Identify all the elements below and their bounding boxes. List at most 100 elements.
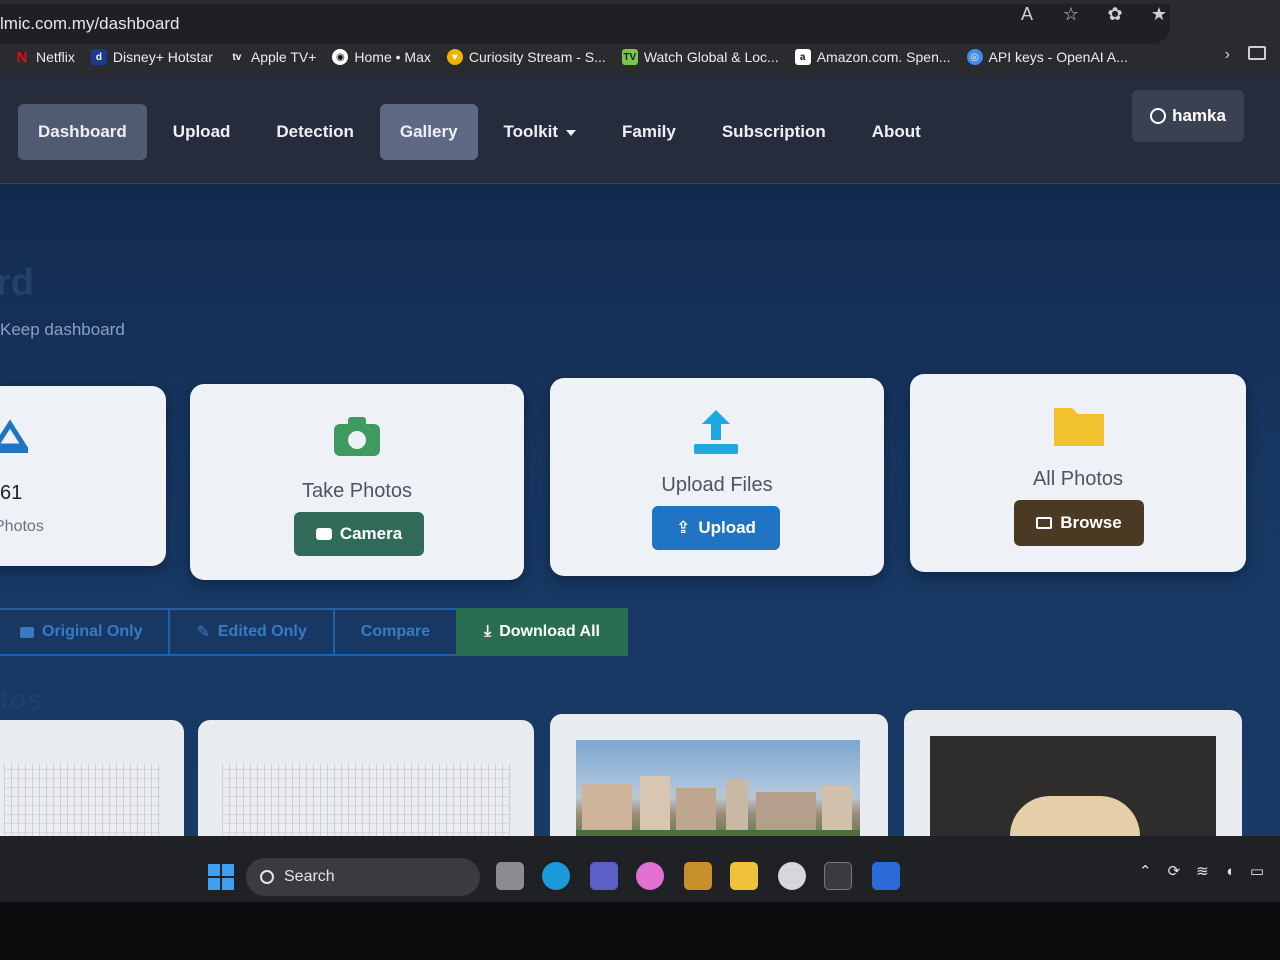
user-menu-button[interactable]: hamka [1132, 90, 1244, 142]
upload-icon [694, 410, 738, 454]
photo-card[interactable] [550, 714, 888, 836]
camera-button[interactable]: Camera [294, 512, 424, 556]
openai-icon: ◎ [966, 49, 983, 65]
task-view-icon[interactable] [496, 862, 524, 890]
nav-detection[interactable]: Detection [256, 104, 373, 160]
folder-icon[interactable] [1248, 46, 1266, 60]
photo-card[interactable] [0, 720, 184, 836]
photo-count-label: Photos [0, 518, 44, 535]
bookmark-curiosity[interactable]: ♥ Curiosity Stream - S... [446, 49, 606, 65]
curiosity-icon: ♥ [446, 49, 463, 65]
original-only-button[interactable]: Original Only [0, 608, 171, 656]
system-tray: ⌃ ⟳ ≋ ◖ ▭ [1139, 862, 1264, 881]
edited-only-button[interactable]: ✎ Edited Only [168, 608, 335, 656]
netflix-icon: N [16, 48, 28, 66]
upload-files-label: Upload Files [661, 474, 773, 496]
camera-icon [334, 417, 380, 456]
cloud-upload-icon [0, 419, 29, 453]
chevron-right-icon[interactable]: › [1225, 46, 1230, 64]
page-title: rd [0, 262, 34, 304]
monitor-bezel [0, 902, 1280, 960]
file-explorer-icon[interactable] [730, 862, 758, 890]
address-bar[interactable]: lmic.com.my/dashboard A ☆ ✿ ★ [0, 4, 1170, 44]
sync-icon[interactable]: ⟳ [1168, 862, 1181, 880]
take-photos-label: Take Photos [301, 480, 413, 502]
search-icon [260, 870, 274, 884]
photo-card[interactable] [198, 720, 534, 836]
app-icon[interactable] [684, 862, 712, 890]
gallery-filter-bar: Original Only ✎ Edited Only Compare ⤓ Do… [0, 608, 628, 656]
photo-card[interactable] [904, 710, 1242, 836]
settings-gear-icon[interactable] [778, 862, 806, 890]
hotstar-icon: d [90, 49, 107, 65]
url-text[interactable]: lmic.com.my/dashboard [0, 14, 180, 34]
bookmark-amazon[interactable]: a Amazon.com. Spen... [794, 49, 951, 65]
windows-taskbar: Search ⌃ ⟳ ≋ ◖ ▭ [0, 836, 1280, 902]
bookmark-netflix[interactable]: N Netflix [14, 48, 75, 66]
take-photos-card: Take Photos Camera [190, 384, 524, 580]
camera-small-icon [315, 528, 332, 540]
photo-thumbnail [4, 764, 160, 836]
nav-links: Dashboard Upload Detection Gallery Toolk… [18, 104, 941, 160]
upload-files-card: Upload Files ⇪ Upload [550, 378, 884, 576]
user-circle-icon [1150, 108, 1167, 124]
battery-icon[interactable]: ▭ [1250, 862, 1264, 880]
favorite-star-icon[interactable]: ☆ [1060, 4, 1082, 25]
compare-button[interactable]: Compare [332, 608, 459, 656]
windows-start-icon[interactable] [208, 864, 234, 890]
taskbar-search[interactable]: Search [246, 858, 480, 896]
download-all-button[interactable]: ⤓ Download All [456, 608, 628, 656]
browser-chrome: lmic.com.my/dashboard A ☆ ✿ ★ N Netflix d… [0, 0, 1280, 76]
max-icon: ◉ [332, 49, 349, 65]
upload-small-icon: ⇪ [676, 518, 691, 537]
dashboard-page: rd Keep dashboard 61 Photos Take Photos … [0, 184, 1280, 836]
nav-dashboard[interactable]: Dashboard [18, 104, 147, 160]
edit-icon: ✎ [196, 624, 210, 641]
favorites-list-icon[interactable]: ★ [1148, 4, 1170, 25]
read-aloud-icon[interactable]: A [1016, 4, 1038, 25]
camera-small-icon [20, 626, 34, 638]
chevron-up-icon[interactable]: ⌃ [1139, 862, 1152, 880]
all-photos-card: All Photos Browse [910, 374, 1246, 572]
nav-gallery[interactable]: Gallery [379, 104, 478, 160]
all-photos-label: All Photos [1032, 468, 1124, 490]
volume-icon[interactable]: ◖ [1225, 863, 1234, 880]
amazon-icon: a [794, 49, 811, 65]
nav-subscription[interactable]: Subscription [702, 104, 846, 160]
photo-thumbnail [576, 740, 860, 836]
bookmark-max[interactable]: ◉ Home • Max [332, 49, 431, 65]
teams-icon[interactable] [590, 862, 618, 890]
wifi-icon[interactable]: ≋ [1196, 862, 1209, 880]
appletv-icon: tv [232, 51, 242, 63]
photo-thumbnail [222, 764, 510, 836]
bookmark-appletv[interactable]: tv Apple TV+ [229, 49, 316, 65]
nav-toolkit[interactable]: Toolkit [484, 104, 596, 160]
photo-thumbnail [930, 736, 1216, 836]
folder-icon [1054, 408, 1104, 446]
caret-down-icon [565, 129, 576, 136]
word-icon[interactable] [872, 862, 900, 890]
edge-icon[interactable] [542, 862, 570, 890]
image-icon [1036, 517, 1053, 529]
terminal-icon[interactable] [824, 862, 852, 890]
username: hamka [1172, 106, 1226, 125]
nav-family[interactable]: Family [602, 104, 696, 160]
browse-button[interactable]: Browse [1014, 500, 1144, 546]
download-icon: ⤓ [484, 623, 492, 640]
page-subtitle: Keep dashboard [0, 320, 125, 339]
upload-button[interactable]: ⇪ Upload [652, 506, 780, 550]
bookmark-openai[interactable]: ◎ API keys - OpenAI A... [966, 49, 1128, 65]
tv-icon: TV [621, 49, 638, 65]
nav-about[interactable]: About [852, 104, 941, 160]
bookmarks-bar: N Netflix d Disney+ Hotstar tv Apple TV+ ◉ H… [14, 44, 1128, 70]
bookmark-hotstar[interactable]: d Disney+ Hotstar [90, 49, 213, 65]
copilot-icon[interactable] [636, 862, 664, 890]
app-navbar: Dashboard Upload Detection Gallery Toolk… [0, 76, 1280, 184]
nav-upload[interactable]: Upload [153, 104, 251, 160]
nav-toolkit-label: Toolkit [503, 122, 558, 141]
extensions-icon[interactable]: ✿ [1104, 4, 1126, 25]
bookmark-watch-global[interactable]: TV Watch Global & Loc... [621, 49, 779, 65]
photo-count: 61 [0, 482, 23, 504]
address-bar-actions: A ☆ ✿ ★ [1016, 4, 1170, 25]
stats-card: 61 Photos [0, 386, 166, 566]
